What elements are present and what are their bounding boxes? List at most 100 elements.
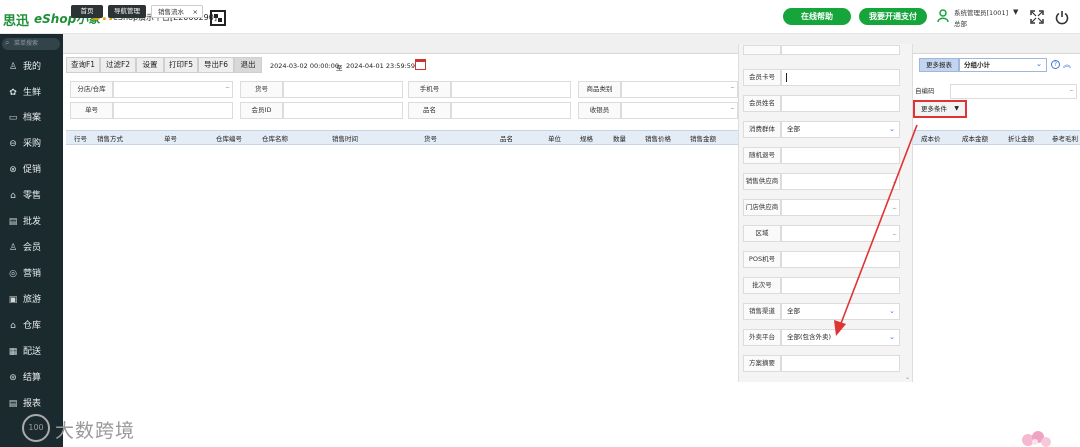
sales-channel-select[interactable]: 全部 ⌄	[781, 303, 900, 320]
sidebar-item-fresh[interactable]: ✿ 生鲜	[0, 82, 63, 104]
sidebar-item-warehouse[interactable]: ⌂ 仓库	[0, 315, 63, 337]
qrcode-icon[interactable]	[210, 10, 226, 26]
collapse-up-icon[interactable]: ︽	[1063, 59, 1071, 70]
filter-label-phone: 手机号	[408, 81, 451, 98]
open-payment-button[interactable]: 我要开通支付	[859, 8, 927, 25]
tab-nav-manage[interactable]: 导航管理	[108, 5, 146, 18]
column-header[interactable]: 销售方式	[97, 133, 123, 143]
column-header[interactable]: 行号	[74, 133, 87, 143]
condition-label-sales-supplier: 销售供应商	[743, 173, 781, 190]
user-dropdown-caret[interactable]: ▼	[1013, 8, 1018, 16]
column-header[interactable]: 规格	[580, 133, 593, 143]
random-return-input[interactable]	[781, 147, 900, 164]
more-conditions-button[interactable]: 更多条件 ▼	[913, 100, 967, 118]
column-header[interactable]: 销售金额	[690, 133, 716, 143]
sidebar-item-wholesale[interactable]: ▤ 批发	[0, 211, 63, 233]
sidebar-item-member[interactable]: ♙ 会员	[0, 237, 63, 259]
sidebar-item-retail[interactable]: ⌂ 零售	[0, 185, 63, 207]
more-icon[interactable]: ···	[892, 202, 897, 217]
phone-input[interactable]	[451, 81, 571, 98]
sidebar-item-mine[interactable]: ♙ 我的	[0, 56, 63, 78]
member-id-input[interactable]	[283, 102, 403, 119]
more-icon[interactable]: ···	[892, 228, 897, 243]
filter-button[interactable]: 过滤F2	[100, 57, 136, 73]
column-header[interactable]: 成本金额	[962, 133, 988, 143]
power-icon[interactable]	[1054, 9, 1070, 25]
delivery-platform-select[interactable]: 全部(包含外卖) ⌄	[781, 329, 900, 346]
more-icon[interactable]: ···	[1069, 87, 1074, 95]
column-header[interactable]: 折让金额	[1008, 133, 1034, 143]
chevron-down-icon[interactable]: ⌄	[889, 304, 895, 319]
column-header[interactable]: 单号	[164, 133, 177, 143]
sidebar-item-promotion[interactable]: ⊗ 促销	[0, 159, 63, 181]
product-name-input[interactable]	[451, 102, 571, 119]
date-from-input[interactable]: 2024-03-02 00:00:00	[270, 62, 339, 70]
sidebar-item-archive[interactable]: ▭ 档案	[0, 107, 63, 129]
column-header[interactable]: 销售价格	[645, 133, 671, 143]
date-to-input[interactable]: 2024-04-01 23:59:59	[346, 62, 415, 70]
batch-no-input[interactable]	[781, 277, 900, 294]
consumer-group-select[interactable]: 全部 ⌄	[781, 121, 900, 138]
filter-label-order-no: 单号	[70, 102, 113, 119]
condition-label-region: 区域	[743, 225, 781, 242]
more-icon[interactable]: ···	[730, 84, 735, 92]
sales-supplier-input[interactable]: ···	[781, 173, 900, 190]
sidebar: 菜单搜索 ♙我的 ✿生鲜 ▭档案 ⊖采购 ⊗促销 ⌂零售 ▤批发 ♙会员 ◎营销…	[0, 34, 63, 447]
tab-sales-flow[interactable]: 销售流水 ×	[151, 5, 203, 18]
column-header[interactable]: 参考毛利	[1052, 133, 1078, 143]
condition-label-store-supplier: 门店供应商	[743, 199, 781, 216]
column-header[interactable]: 数量	[613, 133, 626, 143]
cashier-input[interactable]: ···	[621, 102, 738, 119]
column-header[interactable]: 仓库名称	[262, 133, 288, 143]
panel-scroll-caret-icon[interactable]: ⌄	[905, 374, 910, 381]
column-header[interactable]: 货号	[424, 133, 437, 143]
more-icon[interactable]: ···	[892, 176, 897, 191]
member-card-input[interactable]	[781, 69, 900, 86]
column-header[interactable]: 单位	[548, 133, 561, 143]
query-button[interactable]: 查询F1	[66, 57, 100, 73]
condition-label-top	[743, 45, 781, 55]
export-button[interactable]: 导出F6	[198, 57, 234, 73]
order-no-input[interactable]	[113, 102, 233, 119]
sidebar-item-report[interactable]: ▤ 报表	[0, 393, 63, 415]
tab-home[interactable]: 首页	[71, 5, 103, 18]
column-header[interactable]: 品名	[500, 133, 513, 143]
column-header[interactable]: 仓库编号	[216, 133, 242, 143]
help-icon[interactable]: ?	[1051, 60, 1060, 69]
online-help-button[interactable]: 在线帮助	[783, 8, 851, 25]
condition-input-top[interactable]	[781, 45, 900, 55]
member-icon: ♙	[8, 243, 18, 253]
menu-search-input[interactable]: 菜单搜索	[2, 37, 60, 50]
more-report-select[interactable]: 分组小计 ⌄	[959, 58, 1047, 72]
close-icon[interactable]: ×	[193, 6, 198, 19]
pos-no-input[interactable]	[781, 251, 900, 268]
store-supplier-input[interactable]: ···	[781, 199, 900, 216]
sidebar-item-travel[interactable]: ▣ 旅游	[0, 289, 63, 311]
item-code-input[interactable]	[283, 81, 403, 98]
sidebar-item-marketing[interactable]: ◎ 营销	[0, 263, 63, 285]
user-name[interactable]: 系统管理员[1001]	[954, 7, 1008, 17]
more-icon[interactable]: ···	[225, 84, 230, 92]
barcode-input[interactable]: ···	[950, 84, 1077, 99]
calendar-icon[interactable]	[415, 59, 426, 70]
fullscreen-icon[interactable]	[1029, 9, 1045, 25]
chevron-down-icon[interactable]: ⌄	[1036, 58, 1042, 70]
watermark-logo: 100	[22, 414, 50, 442]
filter-label-category: 商品类别	[578, 81, 621, 98]
print-button[interactable]: 打印F5	[164, 57, 198, 73]
column-header[interactable]: 成本价	[921, 133, 941, 143]
member-name-input[interactable]	[781, 95, 900, 112]
region-input[interactable]: ···	[781, 225, 900, 242]
sidebar-item-delivery[interactable]: ▦ 配送	[0, 341, 63, 363]
chevron-down-icon[interactable]: ⌄	[889, 330, 895, 345]
more-icon[interactable]: ···	[730, 105, 735, 113]
chevron-down-icon[interactable]: ⌄	[889, 122, 895, 137]
column-header[interactable]: 销售时间	[332, 133, 358, 143]
plan-summary-input[interactable]	[781, 355, 900, 372]
settings-button[interactable]: 设置	[136, 57, 164, 73]
sidebar-item-settlement[interactable]: ⊛ 结算	[0, 367, 63, 389]
exit-button[interactable]: 退出	[234, 57, 262, 73]
sidebar-item-purchase[interactable]: ⊖ 采购	[0, 133, 63, 155]
category-input[interactable]: ···	[621, 81, 738, 98]
store-input[interactable]: ···	[113, 81, 233, 98]
